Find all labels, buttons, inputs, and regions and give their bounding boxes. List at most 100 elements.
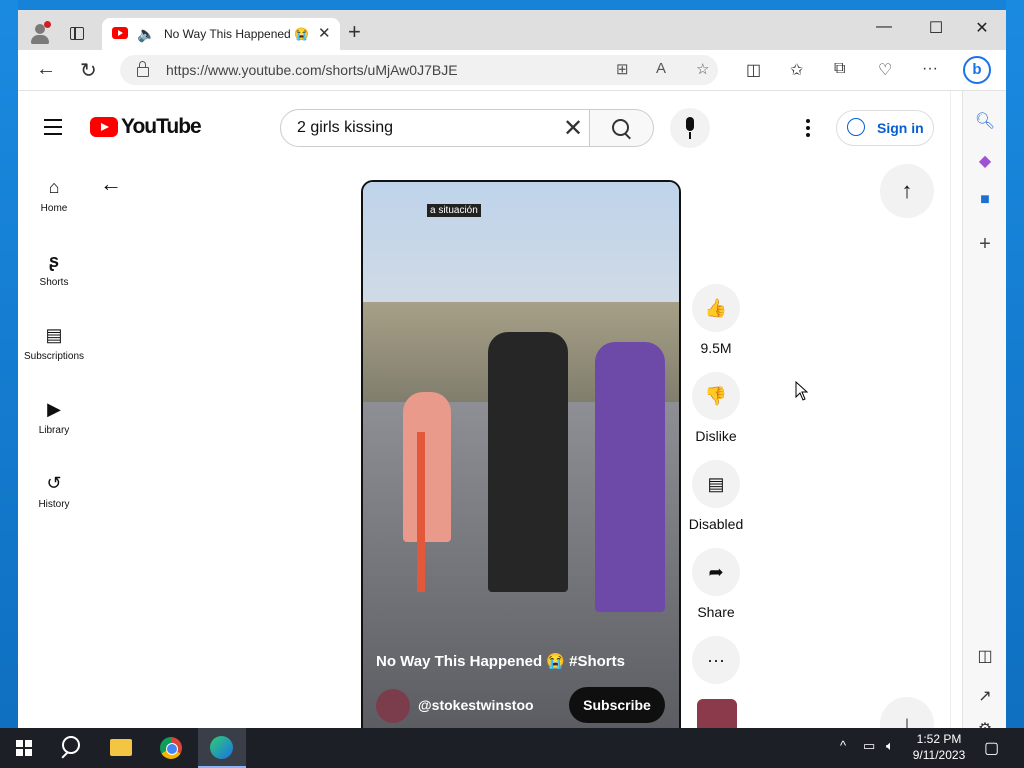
arrow-down-icon: ↓	[901, 711, 913, 728]
clear-search-icon[interactable]: ✕	[563, 114, 583, 143]
favorite-star-icon[interactable]: ☆	[696, 60, 709, 78]
comment-icon[interactable]: ▤	[692, 460, 740, 508]
sidenav-subscriptions[interactable]: ▤ Subscriptions	[18, 325, 90, 362]
subscriptions-icon: ▤	[45, 325, 63, 345]
sidenav-label: History	[38, 499, 70, 510]
search-input[interactable]: 2 girls kissing ✕	[280, 109, 590, 147]
more-options-icon[interactable]	[806, 119, 810, 140]
mouse-cursor-icon	[795, 381, 809, 401]
video-title[interactable]: No Way This Happened 😭 #Shorts	[376, 652, 625, 670]
taskbar-clock[interactable]: 1:52 PM 9/11/2023	[904, 731, 974, 763]
youtube-favicon-icon	[112, 27, 128, 39]
open-external-icon[interactable]: ↗	[963, 686, 1006, 706]
volume-icon[interactable]: 🔈︎	[886, 738, 894, 754]
thumbs-down-icon[interactable]: 👎	[692, 372, 740, 420]
hide-sidebar-icon[interactable]: ◫	[963, 646, 1006, 666]
folder-icon	[110, 739, 132, 756]
read-aloud-icon[interactable]: A	[656, 60, 666, 77]
favorites-icon[interactable]: ✩	[790, 60, 803, 80]
browser-tab[interactable]: 🔈 No Way This Happened 😭 ✕	[102, 18, 340, 50]
search-icon	[612, 119, 629, 136]
profile-icon[interactable]	[28, 21, 52, 45]
address-bar[interactable]: https://www.youtube.com/shorts/uMjAw0J7B…	[120, 55, 718, 85]
home-icon: ⌂	[48, 177, 60, 197]
dislike-label: Dislike	[695, 428, 737, 444]
back-icon[interactable]: ←	[36, 58, 56, 81]
browser-window: 🔈 No Way This Happened 😭 ✕ + — ☐ ✕ ← ↻ h…	[18, 10, 1006, 728]
share-label: Share	[697, 604, 735, 620]
minimize-icon[interactable]: —	[864, 18, 904, 36]
new-tab-icon[interactable]: +	[348, 21, 361, 43]
channel-name[interactable]: @stokestwinstoo	[418, 697, 534, 713]
history-icon: ↺	[46, 473, 62, 493]
comments-action[interactable]: ▤ Disabled	[689, 460, 743, 532]
sign-in-button[interactable]: Sign in	[836, 110, 934, 146]
network-icon[interactable]: ▭	[863, 738, 875, 754]
start-button[interactable]	[0, 728, 48, 768]
url-text[interactable]: https://www.youtube.com/shorts/uMjAw0J7B…	[166, 62, 458, 78]
sidenav-home[interactable]: ⌂ Home	[18, 177, 90, 214]
sidenav-library[interactable]: ▶ Library	[18, 399, 90, 436]
video-person	[488, 332, 568, 592]
outlook-icon[interactable]: ■	[963, 191, 1006, 209]
sidebar-settings-icon[interactable]: ⚙	[963, 719, 1006, 728]
refresh-icon[interactable]: ↻	[80, 58, 97, 83]
maximize-icon[interactable]: ☐	[916, 18, 956, 38]
more-actions[interactable]: ···	[692, 636, 740, 684]
speaker-icon[interactable]: 🔈	[137, 25, 156, 43]
file-explorer-button[interactable]	[98, 728, 146, 768]
dislike-action[interactable]: 👎 Dislike	[692, 372, 740, 444]
address-bar-row: ← ↻ https://www.youtube.com/shorts/uMjAw…	[18, 50, 1006, 91]
channel-avatar[interactable]	[376, 689, 410, 723]
edge-icon	[210, 736, 233, 759]
shorts-video-player[interactable]: a situación No Way This Happened 😭 #Shor…	[361, 180, 681, 728]
search-sidebar-icon[interactable]: 🔍︎	[963, 111, 1006, 131]
desktop-background	[0, 0, 1024, 10]
edge-button[interactable]	[198, 728, 246, 768]
settings-more-icon[interactable]: ···	[922, 60, 938, 78]
back-arrow-icon[interactable]: ←	[100, 171, 122, 197]
collections-icon[interactable]: ⧉	[834, 60, 845, 78]
library-icon: ▶	[47, 399, 61, 419]
split-screen-icon[interactable]: ◫	[746, 60, 761, 80]
tab-actions-icon[interactable]	[70, 27, 84, 40]
subscribe-button[interactable]: Subscribe	[569, 687, 665, 723]
copilot-sidebar-icon[interactable]: ◆	[963, 151, 1006, 171]
chrome-button[interactable]	[148, 728, 196, 768]
like-action[interactable]: 👍 9.5M	[692, 284, 740, 356]
video-person	[403, 392, 451, 542]
like-count: 9.5M	[700, 340, 732, 356]
sidenav-history[interactable]: ↺ History	[18, 473, 90, 510]
sidenav-shorts[interactable]: ʂ Shorts	[18, 251, 90, 288]
thumbs-up-icon[interactable]: 👍	[692, 284, 740, 332]
more-horizontal-icon[interactable]: ···	[692, 636, 740, 684]
close-tab-icon[interactable]: ✕	[318, 24, 331, 42]
previous-short-button[interactable]: ↑	[880, 164, 934, 218]
tab-bar: 🔈 No Way This Happened 😭 ✕ + — ☐ ✕	[18, 10, 1006, 50]
video-person	[595, 342, 665, 612]
search-button[interactable]	[590, 109, 654, 147]
notifications-icon[interactable]: ▢	[984, 738, 999, 758]
edge-sidebar: 🔍︎ ◆ ■ + ◫ ↗ ⚙	[962, 91, 1006, 728]
sound-thumbnail[interactable]	[697, 699, 737, 728]
search-query[interactable]: 2 girls kissing	[297, 119, 393, 137]
copilot-icon[interactable]: b	[963, 56, 991, 84]
voice-search-button[interactable]	[670, 108, 710, 148]
menu-icon[interactable]	[44, 119, 62, 140]
performance-icon[interactable]: ♡	[878, 60, 892, 80]
add-sidebar-app-icon[interactable]: +	[963, 233, 1006, 256]
clock-date: 9/11/2023	[912, 748, 966, 762]
tab-title: No Way This Happened 😭	[164, 27, 310, 41]
desktop-background-right	[1006, 0, 1024, 728]
shorts-icon: ʂ	[48, 251, 59, 271]
share-icon[interactable]: ➦	[692, 548, 740, 596]
lock-icon[interactable]	[137, 61, 149, 77]
next-short-button[interactable]: ↓	[880, 697, 934, 728]
app-available-icon[interactable]: ⊞	[616, 60, 629, 78]
close-window-icon[interactable]: ✕	[962, 18, 1002, 38]
video-scooter	[417, 432, 425, 592]
show-hidden-icons-icon[interactable]: ^	[840, 738, 846, 753]
taskbar-search-button[interactable]	[48, 728, 96, 768]
comments-label: Disabled	[688, 516, 744, 532]
share-action[interactable]: ➦ Share	[692, 548, 740, 620]
